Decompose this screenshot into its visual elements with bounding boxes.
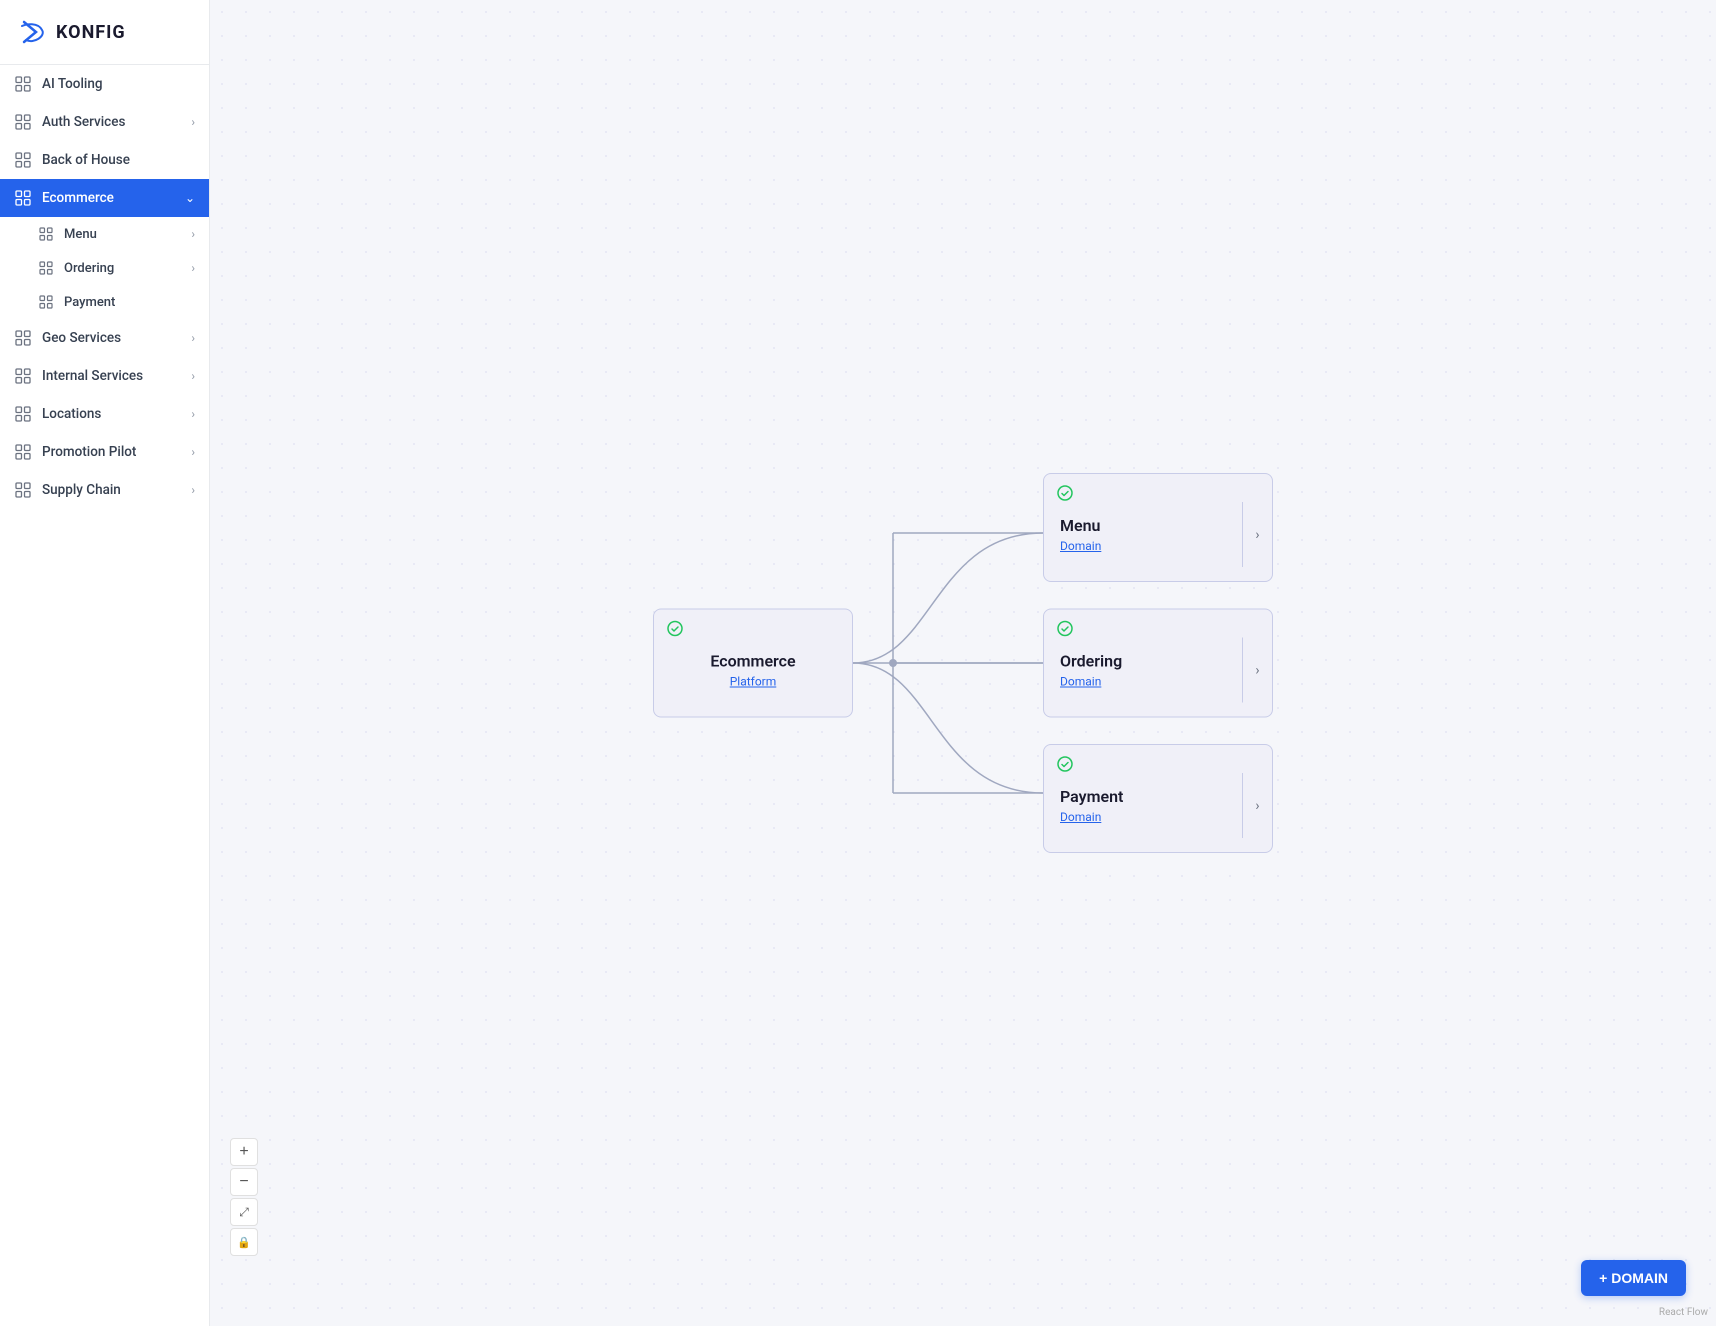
grid-icon [14,75,32,93]
sidebar-item-payment[interactable]: Payment [0,285,209,319]
sidebar-item-supply-chain[interactable]: Supply Chain › [0,471,209,509]
ecommerce-submenu: Menu › Ordering › Payment [0,217,209,319]
chevron-right-menu: › [191,227,195,241]
chevron-right-locations: › [191,407,195,421]
zoom-in-button[interactable]: + [230,1138,258,1166]
sidebar-item-ai-tooling[interactable]: AI Tooling [0,65,209,103]
menu-arrow-icon[interactable]: › [1242,502,1272,567]
fit-button[interactable]: ⤢ [230,1198,258,1226]
ecommerce-node-subtitle: Platform [670,675,836,689]
zoom-out-button[interactable]: − [230,1168,258,1196]
ecommerce-node-title: Ecommerce [670,652,836,671]
brand-name: KONFIG [56,22,126,43]
lock-button[interactable]: 🔒 [230,1228,258,1256]
sidebar-item-back-of-house-label: Back of House [42,152,195,168]
chevron-right-geo: › [191,331,195,345]
node-ordering[interactable]: Ordering Domain › [1043,609,1273,718]
chevron-down-icon: ⌄ [185,191,195,205]
node-ecommerce[interactable]: Ecommerce Platform [653,609,853,718]
grid-icon-menu [38,226,54,242]
menu-check-icon [1056,484,1074,502]
ordering-node-title: Ordering [1060,652,1226,671]
ordering-node-subtitle: Domain [1060,675,1226,689]
sidebar-item-ecommerce[interactable]: Ecommerce ⌄ [0,179,209,217]
menu-node-subtitle: Domain [1060,539,1226,553]
chevron-right-supply: › [191,483,195,497]
grid-icon-internal [14,367,32,385]
grid-icon-payment [38,294,54,310]
chevron-right-promotion: › [191,445,195,459]
grid-icon-ordering [38,260,54,276]
grid-icon-ecommerce [14,189,32,207]
chevron-right-icon: › [191,115,195,129]
payment-node-inner: Payment Domain [1044,773,1242,838]
grid-icon-3 [14,151,32,169]
flow-container: Ecommerce Platform Menu Domain › [210,0,1716,1326]
ordering-node-inner: Ordering Domain [1044,638,1242,703]
sidebar-item-auth-services-label: Auth Services [42,114,187,130]
sidebar-item-locations[interactable]: Locations › [0,395,209,433]
add-domain-button[interactable]: + DOMAIN [1581,1260,1686,1296]
sidebar-item-ordering-label: Ordering [64,261,187,276]
grid-icon-supply [14,481,32,499]
grid-icon-locations [14,405,32,423]
konfig-logo-icon [16,16,48,48]
sidebar-item-menu[interactable]: Menu › [0,217,209,251]
payment-check-icon [1056,755,1074,773]
node-payment[interactable]: Payment Domain › [1043,744,1273,853]
main-canvas: Ecommerce Platform Menu Domain › [210,0,1716,1326]
ordering-check-icon [1056,620,1074,638]
sidebar-item-ecommerce-label: Ecommerce [42,190,181,206]
map-controls: + − ⤢ 🔒 [230,1138,258,1256]
sidebar-item-locations-label: Locations [42,406,187,422]
logo: KONFIG [0,0,209,65]
sidebar-item-back-of-house[interactable]: Back of House [0,141,209,179]
node-menu[interactable]: Menu Domain › [1043,473,1273,582]
sidebar-item-auth-services[interactable]: Auth Services › [0,103,209,141]
sidebar-item-internal-services[interactable]: Internal Services › [0,357,209,395]
grid-icon-geo [14,329,32,347]
menu-node-inner: Menu Domain [1044,502,1242,567]
react-flow-watermark: React Flow [1659,1307,1708,1318]
sidebar-item-payment-label: Payment [64,295,195,310]
ordering-arrow-icon[interactable]: › [1242,638,1272,703]
ecommerce-node-inner: Ecommerce Platform [654,638,852,703]
sidebar-item-supply-chain-label: Supply Chain [42,482,187,498]
ecommerce-check-icon [666,620,684,638]
menu-node-title: Menu [1060,516,1226,535]
sidebar-item-geo-services-label: Geo Services [42,330,187,346]
sidebar-item-geo-services[interactable]: Geo Services › [0,319,209,357]
sidebar-item-ordering[interactable]: Ordering › [0,251,209,285]
chevron-right-ordering: › [191,261,195,275]
grid-icon-2 [14,113,32,131]
chevron-right-internal: › [191,369,195,383]
sidebar-item-ai-tooling-label: AI Tooling [42,76,195,92]
sidebar: KONFIG AI Tooling Auth Services › Back o… [0,0,210,1326]
sidebar-item-menu-label: Menu [64,227,187,242]
sidebar-item-promotion-pilot[interactable]: Promotion Pilot › [0,433,209,471]
payment-node-title: Payment [1060,787,1226,806]
payment-arrow-icon[interactable]: › [1242,773,1272,838]
grid-icon-promotion [14,443,32,461]
flow-diagram: Ecommerce Platform Menu Domain › [653,473,1273,853]
sidebar-item-promotion-pilot-label: Promotion Pilot [42,444,187,460]
sidebar-item-internal-services-label: Internal Services [42,368,187,384]
payment-node-subtitle: Domain [1060,810,1226,824]
